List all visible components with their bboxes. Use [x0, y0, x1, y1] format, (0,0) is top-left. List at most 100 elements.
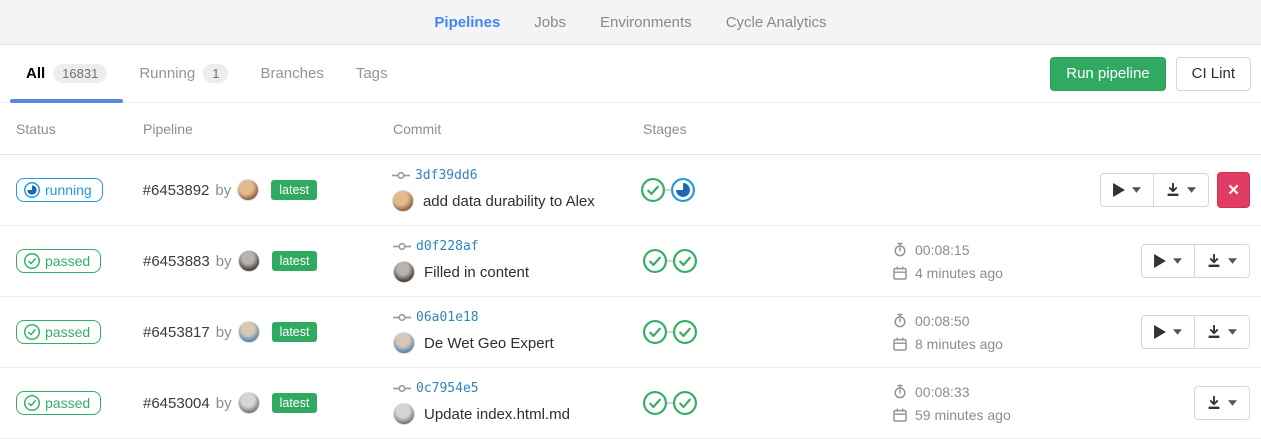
- passed-icon: [24, 324, 40, 340]
- latest-badge: latest: [271, 180, 317, 200]
- avatar[interactable]: [393, 332, 415, 354]
- tab-running[interactable]: Running 1: [123, 45, 244, 102]
- stage-passed-icon[interactable]: [643, 249, 667, 273]
- by-label: by: [216, 253, 232, 270]
- retry-dropdown-button[interactable]: [1142, 245, 1194, 277]
- artifacts-dropdown-button[interactable]: [1153, 174, 1208, 206]
- nav-item-environments[interactable]: Environments: [600, 14, 692, 31]
- pipelines-table-header: Status Pipeline Commit Stages: [0, 103, 1261, 155]
- tab-tags[interactable]: Tags: [340, 45, 404, 102]
- stage-passed-icon[interactable]: [673, 391, 697, 415]
- pipeline-time-ago: 59 minutes ago: [915, 407, 1011, 423]
- commit-message[interactable]: add data durability to Alex: [423, 193, 595, 210]
- calendar-icon: [893, 337, 907, 351]
- cancel-pipeline-button[interactable]: ✕: [1217, 172, 1250, 208]
- run-pipeline-button[interactable]: Run pipeline: [1050, 57, 1165, 91]
- retry-dropdown-button[interactable]: [1142, 316, 1194, 348]
- chevron-down-icon: [1173, 258, 1182, 264]
- calendar-icon: [893, 266, 907, 280]
- status-badge-running[interactable]: running: [16, 178, 103, 202]
- stage-passed-icon[interactable]: [643, 320, 667, 344]
- avatar[interactable]: [393, 403, 415, 425]
- pipeline-duration: 00:08:15: [915, 242, 970, 258]
- tab-tags-label: Tags: [356, 65, 388, 82]
- pipeline-id-link[interactable]: #6453892: [143, 182, 210, 199]
- download-icon: [1207, 325, 1221, 339]
- commit-message[interactable]: Filled in content: [424, 264, 529, 281]
- commit-icon: [393, 384, 411, 393]
- commit-icon: [392, 171, 410, 180]
- pipeline-duration: 00:08:50: [915, 313, 970, 329]
- status-label: passed: [45, 324, 90, 340]
- pipeline-id-link[interactable]: #6453004: [143, 395, 210, 412]
- avatar[interactable]: [238, 321, 260, 343]
- status-badge-passed[interactable]: passed: [16, 249, 101, 273]
- nav-item-cycle-analytics[interactable]: Cycle Analytics: [726, 14, 827, 31]
- tab-running-count-badge: 1: [203, 64, 228, 84]
- avatar[interactable]: [238, 392, 260, 414]
- stage-passed-icon[interactable]: [643, 391, 667, 415]
- actions-button-group: [1100, 173, 1209, 207]
- nav-item-pipelines[interactable]: Pipelines: [434, 14, 500, 31]
- download-icon: [1207, 396, 1221, 410]
- artifacts-dropdown-button[interactable]: [1194, 316, 1249, 348]
- actions-button-group: [1194, 386, 1250, 420]
- avatar[interactable]: [238, 250, 260, 272]
- nav-item-jobs[interactable]: Jobs: [534, 14, 566, 31]
- chevron-down-icon: [1228, 400, 1237, 406]
- pipeline-row: passed #6453883 by latest d0f228af Fille…: [0, 226, 1261, 297]
- passed-icon: [24, 395, 40, 411]
- stopwatch-icon: [893, 313, 907, 328]
- tab-branches[interactable]: Branches: [244, 45, 339, 102]
- by-label: by: [215, 182, 231, 199]
- play-icon: [1154, 325, 1166, 339]
- tab-running-label: Running: [139, 65, 195, 82]
- commit-message[interactable]: De Wet Geo Expert: [424, 335, 554, 352]
- avatar[interactable]: [392, 190, 414, 212]
- status-label: passed: [45, 253, 90, 269]
- actions-button-group: [1141, 244, 1250, 278]
- ci-lint-button[interactable]: CI Lint: [1176, 57, 1251, 91]
- tab-all[interactable]: All 16831: [10, 45, 123, 102]
- stage-passed-icon[interactable]: [673, 249, 697, 273]
- chevron-down-icon: [1187, 187, 1196, 193]
- latest-badge: latest: [272, 322, 318, 342]
- stopwatch-icon: [893, 242, 907, 257]
- tab-all-count-badge: 16831: [53, 64, 107, 84]
- status-badge-passed[interactable]: passed: [16, 320, 101, 344]
- artifacts-dropdown-button[interactable]: [1194, 245, 1249, 277]
- play-icon: [1113, 183, 1125, 197]
- chevron-down-icon: [1173, 329, 1182, 335]
- play-icon: [1154, 254, 1166, 268]
- commit-hash-link[interactable]: 06a01e18: [416, 310, 479, 325]
- chevron-down-icon: [1228, 329, 1237, 335]
- pipeline-row: passed #6453004 by latest 0c7954e5 Updat…: [0, 368, 1261, 439]
- chevron-down-icon: [1228, 258, 1237, 264]
- chevron-down-icon: [1132, 187, 1141, 193]
- retry-dropdown-button[interactable]: [1101, 174, 1153, 206]
- latest-badge: latest: [272, 393, 318, 413]
- status-badge-passed[interactable]: passed: [16, 391, 101, 415]
- pipeline-row: running #6453892 by latest 3df39dd6 add …: [0, 155, 1261, 226]
- artifacts-dropdown-button[interactable]: [1195, 387, 1249, 419]
- commit-icon: [393, 242, 411, 251]
- commit-message[interactable]: Update index.html.md: [424, 406, 570, 423]
- stage-passed-icon[interactable]: [673, 320, 697, 344]
- pipeline-time-ago: 4 minutes ago: [915, 265, 1003, 281]
- close-icon: ✕: [1227, 181, 1240, 199]
- by-label: by: [216, 395, 232, 412]
- latest-badge: latest: [272, 251, 318, 271]
- pipeline-duration: 00:08:33: [915, 384, 970, 400]
- stopwatch-icon: [893, 384, 907, 399]
- pipeline-id-link[interactable]: #6453817: [143, 324, 210, 341]
- avatar[interactable]: [237, 179, 259, 201]
- by-label: by: [216, 324, 232, 341]
- avatar[interactable]: [393, 261, 415, 283]
- stage-passed-icon[interactable]: [641, 178, 665, 202]
- pipeline-time-ago: 8 minutes ago: [915, 336, 1003, 352]
- pipeline-id-link[interactable]: #6453883: [143, 253, 210, 270]
- commit-hash-link[interactable]: 3df39dd6: [415, 168, 478, 183]
- commit-hash-link[interactable]: 0c7954e5: [416, 381, 479, 396]
- stage-running-icon[interactable]: [671, 178, 695, 202]
- commit-hash-link[interactable]: d0f228af: [416, 239, 479, 254]
